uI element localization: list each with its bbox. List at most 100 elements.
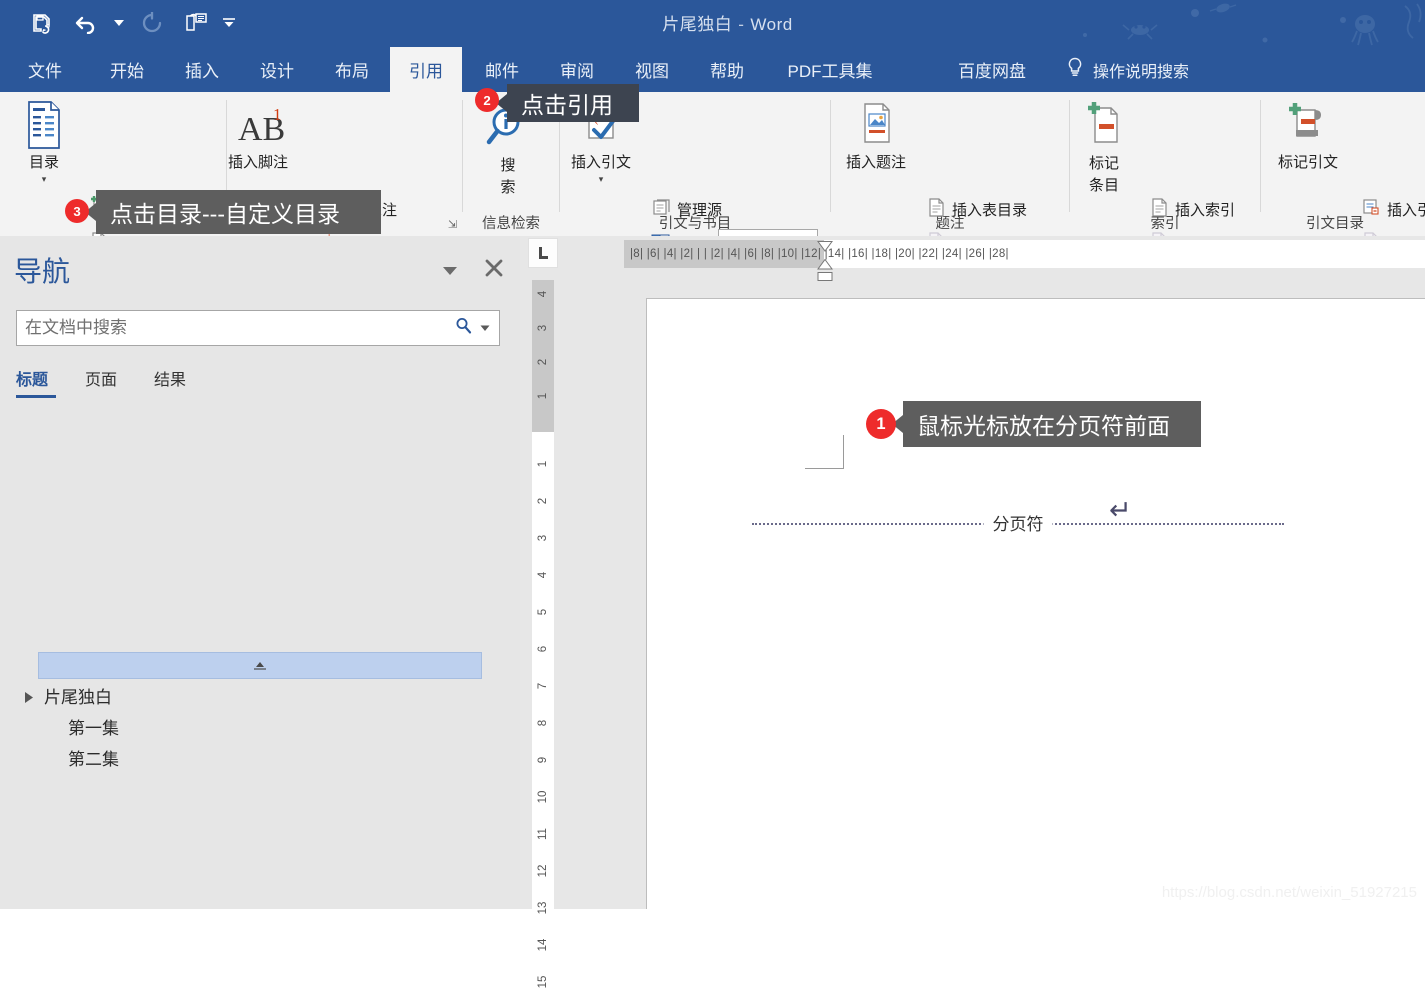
- insert-index-icon: [1148, 196, 1170, 222]
- title-separator: -: [738, 15, 745, 34]
- app-name: Word: [750, 15, 793, 34]
- navigation-tabs[interactable]: 标题 页面 结果: [16, 366, 223, 398]
- ribbon-tab-11[interactable]: 百度网盘: [940, 47, 1044, 92]
- help-search[interactable]: 操作说明搜索: [1066, 47, 1189, 92]
- lightbulb-icon: [1066, 57, 1084, 82]
- navigation-tab-label: 结果: [154, 372, 187, 389]
- ribbon-tab-10[interactable]: PDF工具集: [771, 47, 889, 92]
- manage-sources-label: 管理源: [677, 201, 723, 219]
- insert-caption-button[interactable]: 插入题注: [840, 98, 912, 172]
- manage-sources-icon: [650, 196, 672, 222]
- mark-entry-button[interactable]: 标记 条目: [1068, 98, 1140, 197]
- callout-text: 鼠标光标放在分页符前面: [917, 413, 1170, 439]
- chevron-down-icon[interactable]: ▾: [599, 174, 604, 184]
- navigation-tab-results[interactable]: 结果: [154, 366, 201, 398]
- navigation-tab-label: 标题: [16, 372, 49, 389]
- vertical-ruler[interactable]: 4 3 2 1 1 2 3 4 5 6 7 8 9 10 11 12 13 14 15: [532, 280, 554, 988]
- navigation-tab-headings[interactable]: 标题: [16, 366, 63, 398]
- insert-toa-icon: [1360, 196, 1382, 222]
- document-title: 片尾独白: [662, 15, 733, 34]
- insert-toa-label: 插入引: [1387, 201, 1425, 219]
- document-page[interactable]: 分页符 ↵ https://blog.csdn.net/weixin_51927…: [646, 298, 1425, 909]
- watermark-text: https://blog.csdn.net/weixin_51927215: [1161, 884, 1417, 901]
- help-search-label: 操作说明搜索: [1093, 63, 1190, 81]
- ribbon-group-label: 引文目录: [1306, 216, 1364, 232]
- manage-sources-button[interactable]: 管理源: [650, 196, 722, 222]
- page-break-label: 分页符: [983, 510, 1053, 535]
- document-area: |8| |6| |4| |2| | | |2| |4| |6| |8| |10|…: [520, 236, 1425, 988]
- navigation-heading-2[interactable]: 第二集: [68, 745, 119, 770]
- mark-citation-icon: [1283, 98, 1333, 150]
- ribbon-tab-5[interactable]: 引用: [390, 47, 462, 92]
- insert-index-button[interactable]: 插入索引: [1148, 196, 1235, 222]
- vruler-number: 2: [537, 497, 549, 505]
- ribbon-tab-label: 引用: [409, 62, 443, 81]
- vruler-number: 7: [537, 682, 549, 690]
- callout-badge-3: 3: [65, 199, 89, 223]
- search-options-chevron-down-icon[interactable]: [478, 319, 499, 337]
- vruler-number: 4: [537, 571, 549, 579]
- toc-button[interactable]: 目录 ▾: [8, 98, 80, 184]
- vruler-number: 14: [537, 938, 549, 952]
- ribbon-tab-2[interactable]: 插入: [171, 47, 233, 92]
- horizontal-ruler[interactable]: |8| |6| |4| |2| | | |2| |4| |6| |8| |10|…: [624, 239, 1425, 281]
- navigation-search-box[interactable]: [16, 310, 500, 346]
- ribbon-tab-3[interactable]: 设计: [246, 47, 308, 92]
- svg-text:1: 1: [273, 105, 282, 124]
- first-line-indent-marker[interactable]: [817, 239, 833, 257]
- collapse-marker-icon: [254, 662, 266, 670]
- ribbon-tab-label: 插入: [185, 62, 219, 81]
- search-input[interactable]: [17, 312, 449, 344]
- left-indent-marker[interactable]: [817, 268, 833, 286]
- mark-entry-icon: [1082, 98, 1126, 150]
- insert-toa-button[interactable]: 插入引: [1360, 196, 1425, 222]
- callout-text: 点击引用: [521, 92, 613, 118]
- insert-footnote-label: 插入脚注: [227, 154, 288, 171]
- left-tab-stop-icon[interactable]: [528, 238, 558, 268]
- close-icon[interactable]: [484, 258, 504, 283]
- insert-table-of-figures-icon: [925, 196, 947, 222]
- ribbon-tab-label: 帮助: [710, 62, 744, 81]
- insert-caption-label: 插入题注: [845, 154, 906, 171]
- navigation-heading-1[interactable]: 第一集: [68, 714, 119, 739]
- callout-text: 点击目录---自定义目录: [110, 201, 340, 227]
- ribbon-tab-label: 文件: [28, 62, 62, 81]
- callout-1: 鼠标光标放在分页符前面: [892, 401, 1201, 447]
- vruler-margin-number: 2: [537, 358, 549, 366]
- search-icon[interactable]: [449, 317, 478, 339]
- paragraph-mark-icon: ↵: [1109, 495, 1132, 525]
- mark-citation-button[interactable]: 标记引文: [1272, 98, 1344, 172]
- insert-table-of-figures-button[interactable]: 插入表目录: [925, 196, 1027, 222]
- ribbon-tab-0[interactable]: 文件: [14, 47, 76, 92]
- vruler-number: 9: [537, 756, 549, 764]
- navigation-heading-0[interactable]: 片尾独白: [44, 683, 112, 708]
- insert-citation-label: 插入引文: [570, 154, 631, 171]
- insert-footnote-button[interactable]: AB 1 插入脚注: [222, 98, 294, 172]
- ribbon-tab-strip[interactable]: 文件 开始 插入 设计 布局 引用 邮件 审阅 视图 帮助 PDF工具集 百度网盘 操作说明搜索: [0, 47, 1425, 92]
- navigation-pane: 导航 标题 页面 结果: [0, 236, 520, 909]
- vruler-margin-number: 4: [537, 290, 549, 298]
- ribbon-tab-1[interactable]: 开始: [96, 47, 158, 92]
- ribbon-group-label: 信息检索: [482, 216, 540, 232]
- ribbon-tab-label: 布局: [335, 62, 369, 81]
- vruler-number: 3: [537, 534, 549, 542]
- chevron-down-icon[interactable]: ▾: [42, 174, 47, 184]
- footnotes-dialog-launcher[interactable]: ⇲: [448, 218, 457, 231]
- chevron-down-icon[interactable]: [442, 264, 458, 282]
- ribbon-tab-4[interactable]: 布局: [321, 47, 383, 92]
- vruler-number: 10: [537, 790, 549, 804]
- ruler-tick-labels: |8| |6| |4| |2| | | |2| |4| |6| |8| |10|…: [630, 248, 1009, 260]
- vruler-number: 15: [537, 975, 549, 989]
- vruler-number: 8: [537, 719, 549, 727]
- vruler-number: 5: [537, 608, 549, 616]
- ribbon-tab-9[interactable]: 帮助: [696, 47, 758, 92]
- callout-badge-2: 2: [475, 88, 499, 112]
- ribbon-tab-label: 邮件: [485, 62, 519, 81]
- ribbon-tab-label: 百度网盘: [958, 62, 1026, 81]
- vruler-number: 1: [537, 460, 549, 468]
- navigation-selected-heading[interactable]: [38, 652, 482, 679]
- navigation-tab-pages[interactable]: 页面: [85, 366, 132, 398]
- vruler-number: 11: [537, 828, 549, 840]
- page-margin-corner-mark: [805, 435, 844, 469]
- heading-expand-arrow-icon[interactable]: [24, 691, 35, 707]
